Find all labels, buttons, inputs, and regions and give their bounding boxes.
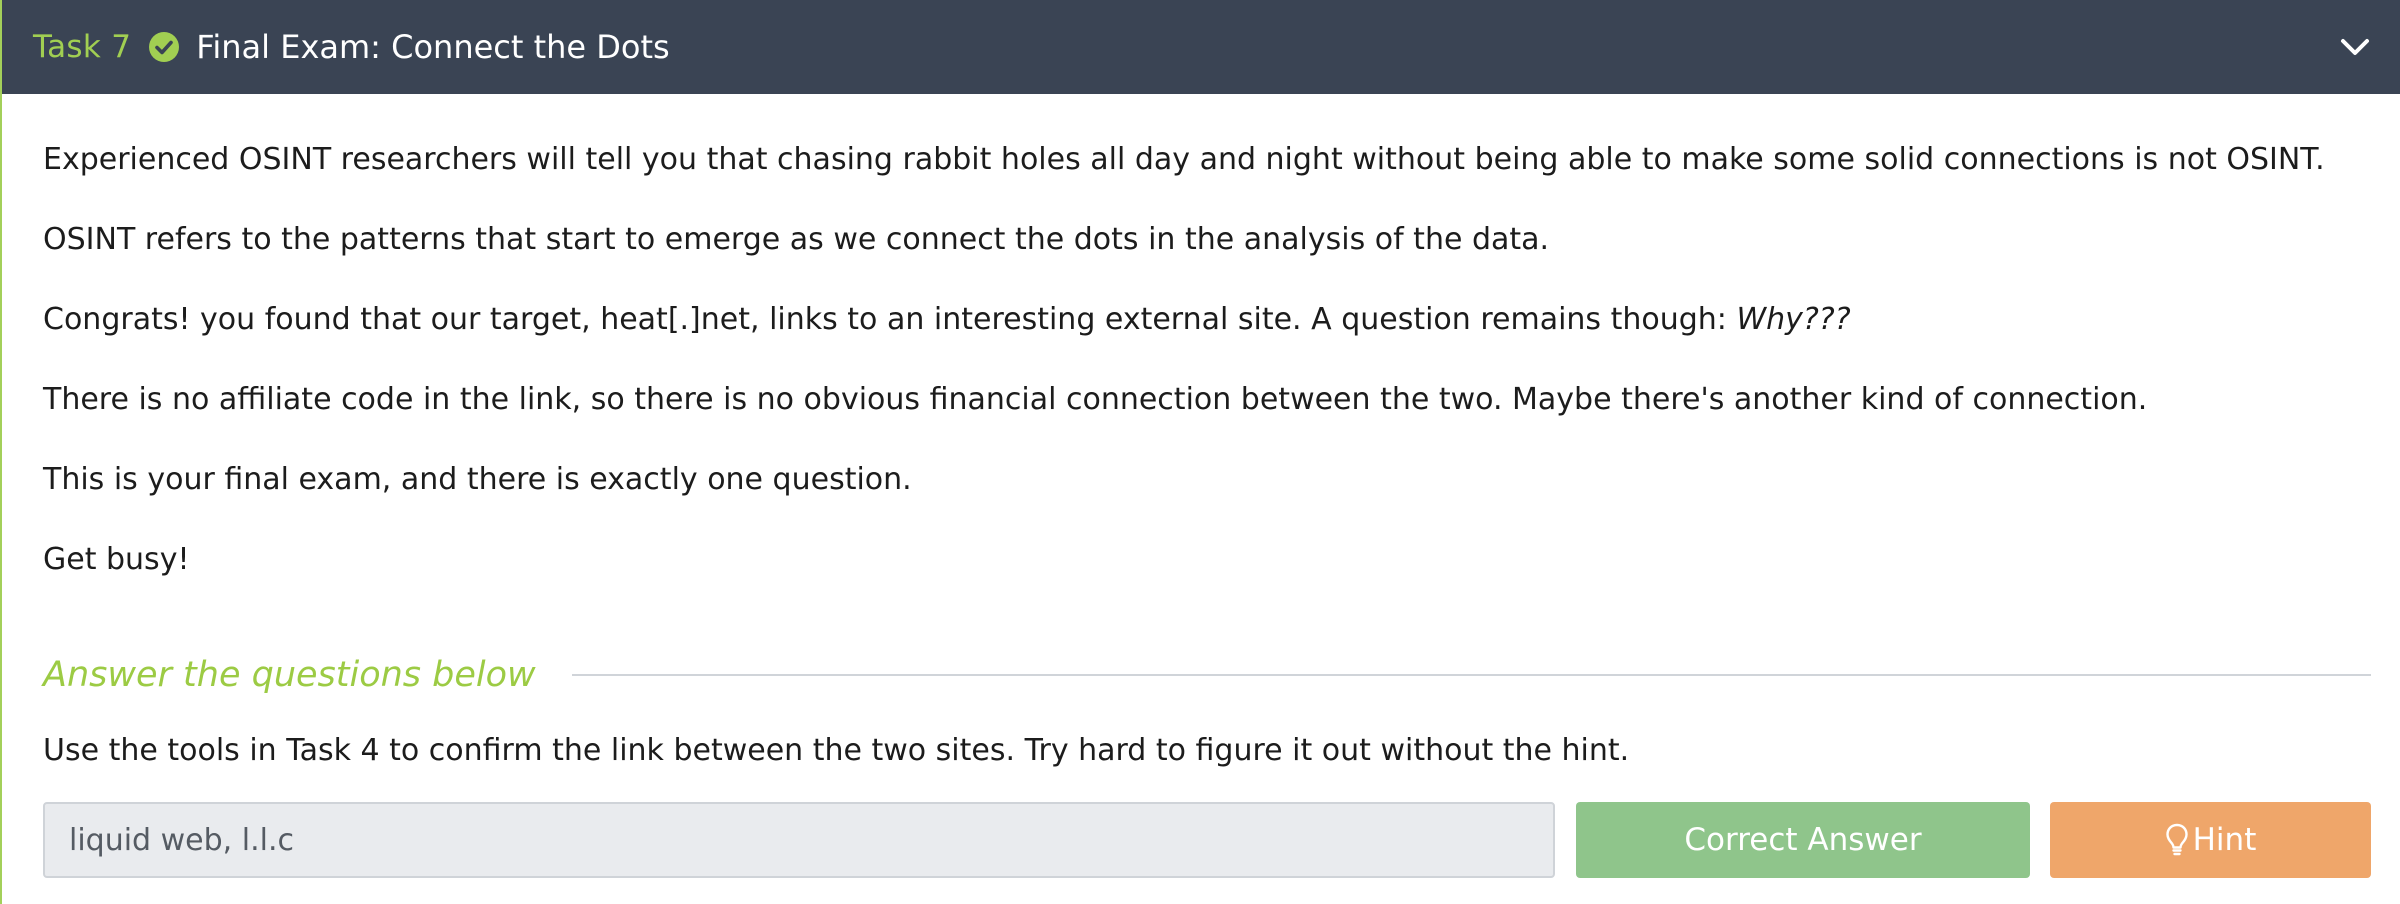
- paragraph-congrats-text: Congrats! you found that our target, hea…: [43, 302, 1737, 337]
- paragraph-intro: Experienced OSINT researchers will tell …: [43, 142, 2325, 177]
- paragraph-affiliate: There is no affiliate code in the link, …: [43, 382, 2148, 417]
- task-title: Final Exam: Connect the Dots: [196, 28, 670, 66]
- task-header[interactable]: Task 7 Final Exam: Connect the Dots: [2, 0, 2400, 94]
- paragraph-congrats: Congrats! you found that our target, hea…: [43, 290, 2363, 370]
- heading-divider: [571, 674, 2371, 676]
- answers-heading-row: Answer the questions below: [43, 645, 2371, 705]
- paragraph-final-exam: This is your final exam, and there is ex…: [43, 462, 912, 497]
- check-circle-icon: [149, 32, 180, 62]
- task-number: Task 7: [33, 29, 132, 65]
- question-text: Use the tools in Task 4 to confirm the l…: [43, 733, 1630, 768]
- paragraph-congrats-emphasis: Why???: [1736, 302, 1851, 337]
- task-card: Task 7 Final Exam: Connect the Dots Expe…: [0, 0, 2400, 904]
- paragraph-get-busy: Get busy!: [43, 542, 190, 577]
- answers-heading: Answer the questions below: [43, 655, 536, 695]
- hint-label: Hint: [2192, 822, 2257, 858]
- correct-answer-button[interactable]: Correct Answer: [1576, 802, 2030, 878]
- paragraph-osint-definition: OSINT refers to the patterns that start …: [43, 222, 1550, 257]
- chevron-down-icon[interactable]: [2338, 30, 2372, 64]
- answer-input[interactable]: [43, 802, 1555, 878]
- lightbulb-icon: [2165, 823, 2188, 856]
- task-description: Experienced OSINT researchers will tell …: [43, 130, 2363, 610]
- hint-button[interactable]: Hint: [2050, 802, 2371, 878]
